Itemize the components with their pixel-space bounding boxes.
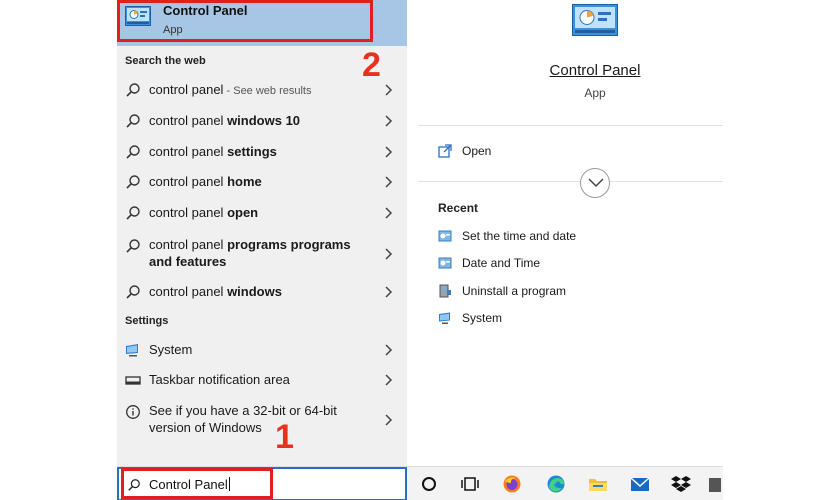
web-result-open[interactable]: control panel open bbox=[117, 199, 407, 227]
preview-app-subtitle: App bbox=[584, 86, 606, 100]
recent-item-label: System bbox=[462, 311, 503, 325]
annotation-step-2: 2 bbox=[362, 46, 381, 84]
settings-result-32-64-bit[interactable]: See if you have a 32-bit or 64-bit versi… bbox=[117, 400, 407, 444]
web-result-label: control panel programs programs and feat… bbox=[149, 237, 351, 269]
date-time-icon bbox=[438, 257, 452, 269]
more-icon[interactable] bbox=[707, 474, 721, 494]
search-icon bbox=[126, 83, 140, 97]
search-icon bbox=[128, 479, 140, 491]
task-view-icon[interactable] bbox=[459, 474, 481, 494]
best-match-title: Control Panel bbox=[163, 3, 248, 18]
search-icon bbox=[126, 239, 140, 253]
chevron-right-icon bbox=[385, 146, 393, 158]
firefox-icon[interactable] bbox=[501, 474, 523, 494]
settings-result-label: See if you have a 32-bit or 64-bit versi… bbox=[149, 403, 337, 435]
preview-app-title[interactable]: Control Panel bbox=[418, 62, 772, 79]
taskbar-search-box[interactable]: Control Panel bbox=[117, 467, 407, 500]
expand-button[interactable] bbox=[580, 168, 610, 198]
chevron-right-icon bbox=[385, 176, 393, 188]
app-preview-pane: Control Panel App Open Recent Set the ti… bbox=[418, 0, 723, 466]
search-icon bbox=[126, 206, 140, 220]
settings-heading: Settings bbox=[125, 315, 169, 327]
web-result-home[interactable]: control panel home bbox=[117, 168, 407, 196]
recent-item-label: Date and Time bbox=[462, 256, 541, 270]
best-match-control-panel[interactable]: Control Panel App bbox=[117, 0, 407, 46]
search-icon bbox=[126, 285, 140, 299]
recent-item-label: Uninstall a program bbox=[462, 284, 567, 298]
search-icon bbox=[126, 114, 140, 128]
web-result-windows-10[interactable]: control panel windows 10 bbox=[117, 107, 407, 135]
web-result-label: control panel home bbox=[149, 174, 262, 189]
chevron-right-icon bbox=[385, 374, 393, 386]
dropbox-icon[interactable] bbox=[670, 474, 692, 494]
open-action[interactable]: Open bbox=[438, 142, 558, 162]
best-match-subtitle: App bbox=[163, 24, 183, 36]
recent-item-system[interactable]: System bbox=[438, 309, 638, 329]
search-icon bbox=[126, 145, 140, 159]
taskbar: Control Panel bbox=[117, 466, 723, 500]
edge-icon[interactable] bbox=[545, 474, 567, 494]
info-icon bbox=[126, 405, 140, 419]
recent-heading: Recent bbox=[438, 201, 479, 215]
web-result-programs-features[interactable]: control panel programs programs and feat… bbox=[117, 234, 407, 278]
recent-item-uninstall[interactable]: Uninstall a program bbox=[438, 282, 638, 302]
recent-item-date-time[interactable]: Date and Time bbox=[438, 254, 638, 274]
search-web-heading: Search the web bbox=[125, 55, 206, 67]
web-result-label: control panel settings bbox=[149, 144, 277, 159]
chevron-right-icon bbox=[385, 115, 393, 127]
settings-result-label: System bbox=[149, 342, 193, 357]
control-panel-icon bbox=[125, 6, 151, 26]
file-explorer-icon[interactable] bbox=[587, 474, 609, 494]
date-time-icon bbox=[438, 230, 452, 242]
web-result-label: control panel - See web results bbox=[149, 82, 312, 97]
search-icon bbox=[126, 175, 140, 189]
chevron-right-icon bbox=[385, 286, 393, 298]
monitor-icon bbox=[126, 344, 138, 357]
chevron-right-icon bbox=[385, 248, 393, 260]
open-label: Open bbox=[462, 144, 492, 158]
taskbar-icon bbox=[125, 376, 141, 385]
web-result-label: control panel windows bbox=[149, 284, 282, 299]
settings-result-label: Taskbar notification area bbox=[149, 372, 290, 387]
settings-result-system[interactable]: System bbox=[117, 336, 407, 364]
web-result-label: control panel windows 10 bbox=[149, 113, 301, 128]
web-result-settings[interactable]: control panel settings bbox=[117, 138, 407, 166]
chevron-right-icon bbox=[385, 207, 393, 219]
programs-icon bbox=[439, 284, 451, 298]
divider bbox=[418, 181, 723, 182]
open-icon bbox=[438, 144, 452, 158]
divider bbox=[418, 125, 723, 126]
control-panel-icon bbox=[572, 4, 618, 36]
annotation-step-1: 1 bbox=[275, 418, 294, 456]
search-input[interactable]: Control Panel bbox=[149, 477, 230, 492]
chevron-right-icon bbox=[385, 344, 393, 356]
web-result-label: control panel open bbox=[149, 205, 259, 220]
chevron-right-icon bbox=[385, 84, 393, 96]
web-result-windows[interactable]: control panel windows bbox=[117, 278, 407, 306]
recent-item-set-time[interactable]: Set the time and date bbox=[438, 227, 638, 247]
mail-icon[interactable] bbox=[629, 474, 651, 494]
monitor-icon bbox=[439, 312, 450, 324]
chevron-right-icon bbox=[385, 414, 393, 426]
chevron-down-icon bbox=[588, 178, 604, 188]
recent-item-label: Set the time and date bbox=[462, 229, 577, 243]
cortana-icon[interactable] bbox=[418, 474, 440, 494]
settings-result-taskbar[interactable]: Taskbar notification area bbox=[117, 366, 407, 394]
